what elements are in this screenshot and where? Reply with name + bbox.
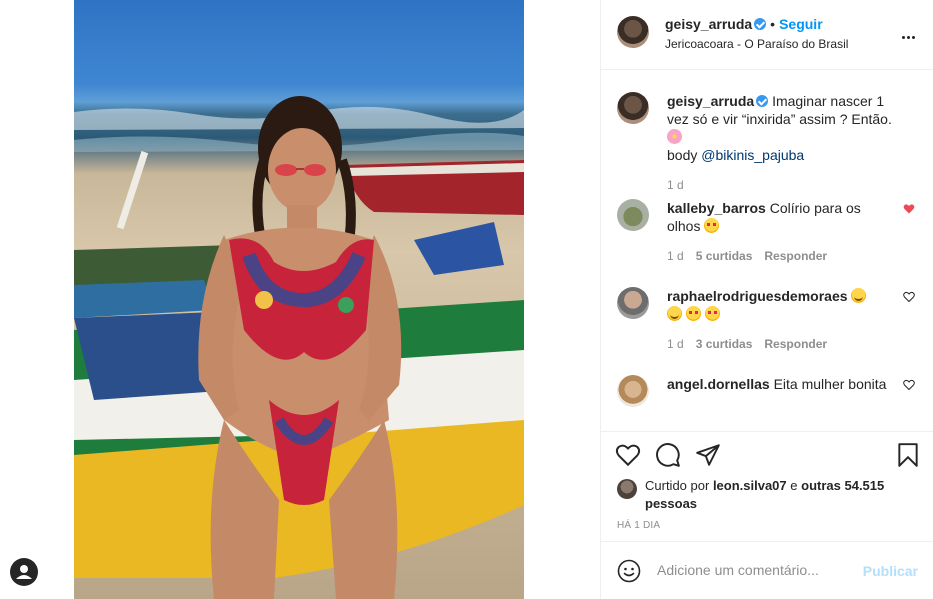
author-avatar[interactable] — [617, 92, 649, 124]
comment-time: 1 d — [667, 337, 684, 351]
caption-mention-link[interactable]: @bikinis_pajuba — [701, 147, 804, 163]
author-line: geisy_arruda • Seguir — [665, 16, 823, 32]
comments-list[interactable]: geisy_arruda Imaginar nascer 1 vez só e … — [601, 71, 933, 431]
commenter-username[interactable]: angel.dornellas — [667, 376, 770, 392]
comment-meta: 1 d 3 curtidas Responder — [667, 335, 917, 353]
post-header: geisy_arruda • Seguir Jericoacoara - O Par… — [601, 0, 933, 70]
comment-icon[interactable] — [655, 442, 681, 468]
comment-text: Eita mulher bonita — [773, 376, 887, 392]
post-location[interactable]: Jericoacoara - O Paraíso do Brasil — [665, 37, 848, 51]
instagram-post-view: geisy_arruda • Seguir Jericoacoara - O Par… — [0, 0, 933, 599]
verified-icon — [754, 18, 767, 30]
caption-username[interactable]: geisy_arruda — [667, 93, 754, 109]
follow-button[interactable]: Seguir — [779, 16, 823, 32]
verified-icon — [756, 95, 769, 107]
commenter-avatar[interactable] — [617, 199, 649, 231]
smile-emoji-icon — [667, 306, 682, 321]
post-actions: Curtido por leon.silva07 e outras 54.515… — [601, 431, 933, 541]
post-date[interactable]: HÁ 1 DIA — [617, 520, 660, 531]
more-options-icon[interactable] — [902, 26, 918, 42]
share-icon[interactable] — [695, 442, 721, 468]
emoji-icon[interactable] — [617, 559, 641, 583]
add-comment-bar: Publicar — [601, 541, 933, 599]
commenter-avatar[interactable] — [617, 287, 649, 319]
liked-by-user[interactable]: leon.silva07 — [713, 478, 787, 493]
smirk-emoji-icon — [851, 288, 867, 303]
comment-meta: 1 d 5 curtidas Responder — [667, 247, 897, 265]
comment-input[interactable] — [657, 562, 847, 578]
comment-time: 1 d — [667, 249, 684, 263]
comment-likes[interactable]: 5 curtidas — [696, 249, 753, 263]
save-icon[interactable] — [895, 442, 921, 468]
post-side-panel: geisy_arruda • Seguir Jericoacoara - O Par… — [600, 0, 933, 599]
heart-eyes-emoji-icon — [704, 218, 720, 233]
heart-icon[interactable] — [903, 291, 915, 303]
caption-body-word: body — [667, 147, 698, 163]
heart-eyes-emoji-icon — [685, 306, 701, 321]
caption-time: 1 d — [667, 178, 684, 192]
comment-likes[interactable]: 3 curtidas — [696, 337, 753, 351]
author-avatar[interactable] — [617, 16, 649, 48]
heart-icon[interactable] — [615, 442, 641, 468]
heart-eyes-emoji-icon — [704, 306, 720, 321]
flower-emoji-icon — [667, 129, 682, 144]
heart-icon[interactable] — [903, 203, 915, 215]
post-photo-illustration — [74, 96, 524, 599]
separator-dot: • — [770, 16, 776, 32]
liker-avatar[interactable] — [617, 479, 637, 499]
commenter-username[interactable]: raphaelrodriguesdemoraes — [667, 288, 848, 304]
reply-button[interactable]: Responder — [764, 249, 827, 263]
publish-button[interactable]: Publicar — [863, 563, 918, 579]
reply-button[interactable]: Responder — [764, 337, 827, 351]
heart-icon[interactable] — [903, 379, 915, 391]
liked-by-conj: e — [790, 478, 798, 493]
commenter-username[interactable]: kalleby_barros — [667, 200, 766, 216]
liked-by-prefix: Curtido por — [645, 478, 710, 493]
author-username[interactable]: geisy_arruda — [665, 16, 752, 32]
post-photo[interactable] — [74, 0, 524, 599]
user-icon[interactable] — [10, 558, 38, 586]
commenter-avatar[interactable] — [617, 375, 649, 407]
